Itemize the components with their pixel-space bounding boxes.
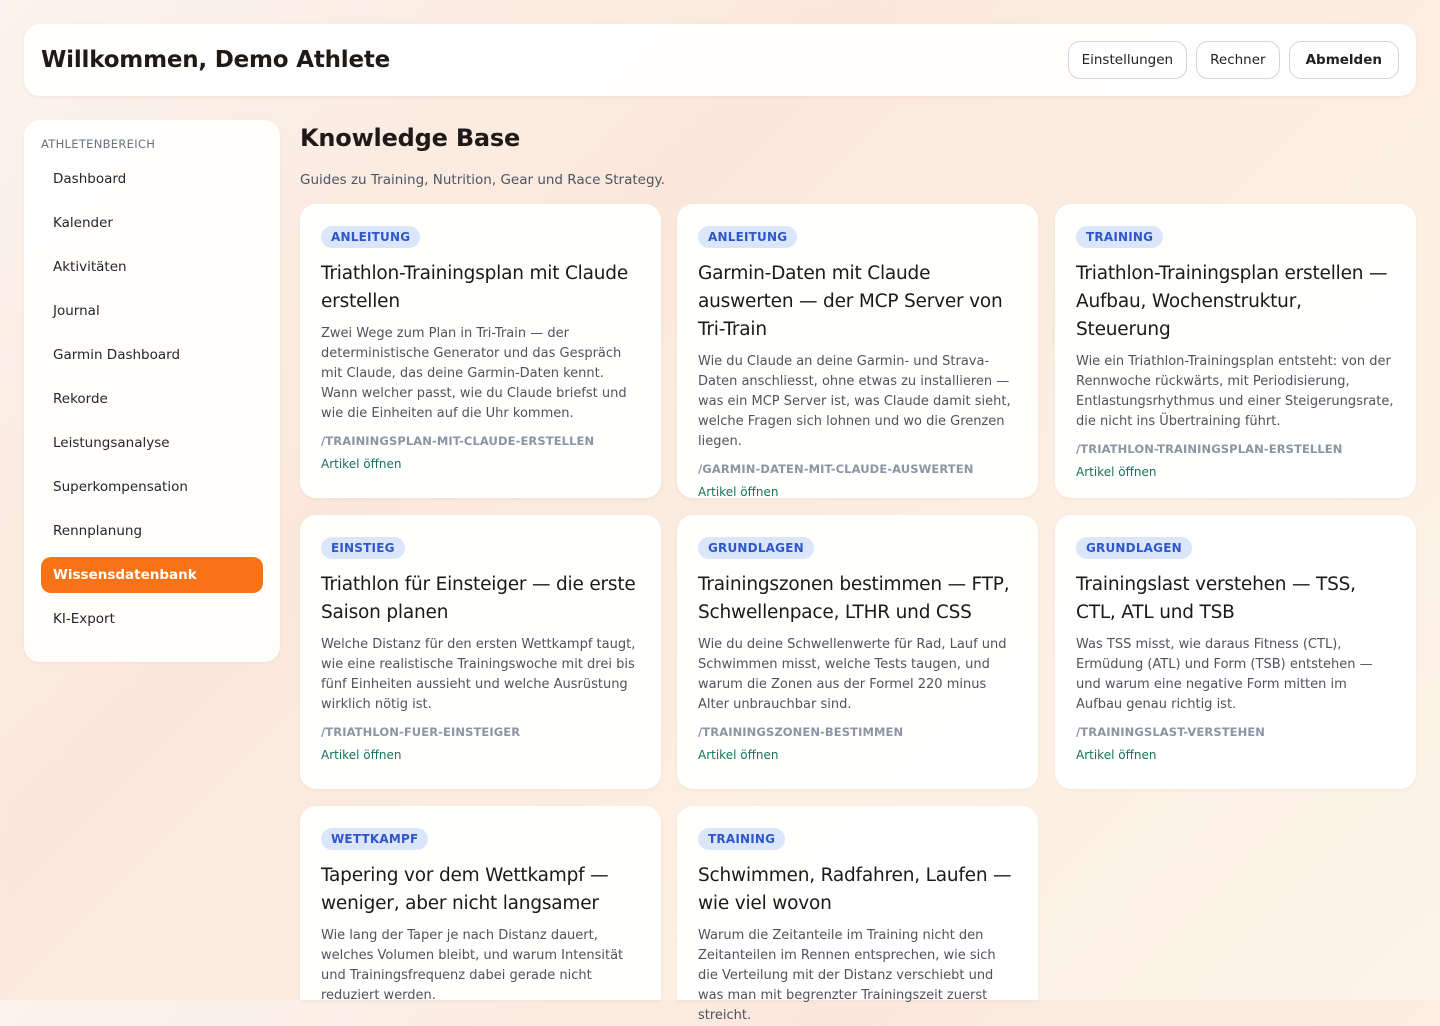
article-title[interactable]: Triathlon für Einsteiger — die erste Sai…: [321, 571, 640, 627]
page-title: Knowledge Base: [300, 124, 521, 152]
open-article-link[interactable]: Artikel öffnen: [698, 748, 1017, 762]
sidebar-heading: ATHLETENBEREICH: [41, 137, 156, 151]
open-article-link[interactable]: Artikel öffnen: [1076, 748, 1395, 762]
welcome-title: Willkommen, Demo Athlete: [41, 47, 391, 73]
category-badge: EINSTIEG: [321, 537, 405, 559]
article-description: Wie du deine Schwellenwerte für Rad, Lau…: [698, 637, 1007, 712]
article-title[interactable]: Tapering vor dem Wettkampf — weniger, ab…: [321, 862, 640, 918]
sidebar-item-wissensdatenbank[interactable]: Wissensdatenbank: [41, 557, 263, 593]
sidebar-item-rekorde[interactable]: Rekorde: [41, 381, 263, 417]
article-card[interactable]: WETTKAMPF Tapering vor dem Wettkampf — w…: [300, 806, 661, 1003]
article-card[interactable]: EINSTIEG Triathlon für Einsteiger — die …: [300, 515, 661, 789]
open-article-link[interactable]: Artikel öffnen: [1076, 465, 1395, 479]
sidebar-item-dashboard[interactable]: Dashboard: [41, 161, 263, 197]
sidebar-item-aktivitaeten[interactable]: Aktivitäten: [41, 249, 263, 285]
article-slug: /GARMIN-DATEN-MIT-CLAUDE-AUSWERTEN: [698, 462, 974, 476]
sidebar-item-kalender[interactable]: Kalender: [41, 205, 263, 241]
page-subtitle: Guides zu Training, Nutrition, Gear und …: [300, 172, 665, 188]
article-title[interactable]: Garmin-Daten mit Claude auswerten — der …: [698, 260, 1017, 344]
main-content: Knowledge Base Guides zu Training, Nutri…: [300, 120, 1416, 188]
category-badge: GRUNDLAGEN: [698, 537, 814, 559]
article-card[interactable]: TRAINING Triathlon-Trainingsplan erstell…: [1055, 204, 1416, 498]
article-description: Welche Distanz für den ersten Wettkampf …: [321, 637, 636, 712]
sidebar-item-garmin-dashboard[interactable]: Garmin Dashboard: [41, 337, 263, 373]
article-slug: /TRAININGSPLAN-MIT-CLAUDE-ERSTELLEN: [321, 434, 595, 448]
article-slug: /TRIATHLON-TRAININGSPLAN-ERSTELLEN: [1076, 442, 1343, 456]
article-title[interactable]: Trainingszonen bestimmen — FTP, Schwelle…: [698, 571, 1017, 627]
category-badge: TRAINING: [1076, 226, 1164, 248]
settings-button[interactable]: Einstellungen: [1067, 41, 1188, 79]
sidebar-item-superkompensation[interactable]: Superkompensation: [41, 469, 263, 505]
sidebar-item-journal[interactable]: Journal: [41, 293, 263, 329]
category-badge: GRUNDLAGEN: [1076, 537, 1192, 559]
category-badge: TRAINING: [698, 828, 786, 850]
calculator-button[interactable]: Rechner: [1196, 41, 1280, 79]
top-bar: Willkommen, Demo Athlete Einstellungen R…: [24, 24, 1416, 96]
article-slug: /TRIATHLON-FUER-EINSTEIGER: [321, 725, 521, 739]
top-actions: Einstellungen Rechner Abmelden: [1067, 41, 1399, 79]
logout-button[interactable]: Abmelden: [1288, 41, 1399, 79]
article-description: Wie du Claude an deine Garmin- und Strav…: [698, 354, 1011, 449]
sidebar-item-rennplanung[interactable]: Rennplanung: [41, 513, 263, 549]
article-card[interactable]: TRAINING Schwimmen, Radfahren, Laufen — …: [677, 806, 1038, 1023]
article-slug: /TRAININGSLAST-VERSTEHEN: [1076, 725, 1266, 739]
article-title[interactable]: Triathlon-Trainingsplan mit Claude erste…: [321, 260, 640, 316]
article-card[interactable]: GRUNDLAGEN Trainingszonen bestimmen — FT…: [677, 515, 1038, 789]
article-description: Was TSS misst, wie daraus Fitness (CTL),…: [1076, 637, 1373, 712]
open-article-link[interactable]: Artikel öffnen: [698, 485, 1017, 499]
open-article-link[interactable]: Artikel öffnen: [321, 748, 640, 762]
open-article-link[interactable]: Artikel öffnen: [321, 457, 640, 471]
article-slug: /TRAININGSZONEN-BESTIMMEN: [698, 725, 904, 739]
article-title[interactable]: Triathlon-Trainingsplan erstellen — Aufb…: [1076, 260, 1395, 344]
category-badge: WETTKAMPF: [321, 828, 429, 850]
article-card[interactable]: ANLEITUNG Triathlon-Trainingsplan mit Cl…: [300, 204, 661, 498]
article-card[interactable]: GRUNDLAGEN Trainingslast verstehen — TSS…: [1055, 515, 1416, 789]
article-card[interactable]: ANLEITUNG Garmin-Daten mit Claude auswer…: [677, 204, 1038, 499]
article-title[interactable]: Trainingslast verstehen — TSS, CTL, ATL …: [1076, 571, 1395, 627]
sidebar: ATHLETENBEREICH Dashboard Kalender Aktiv…: [24, 120, 280, 662]
category-badge: ANLEITUNG: [698, 226, 798, 248]
article-description: Zwei Wege zum Plan in Tri-Train — der de…: [321, 326, 627, 421]
article-description: Wie ein Triathlon-Trainingsplan entsteht…: [1076, 354, 1394, 429]
article-title[interactable]: Schwimmen, Radfahren, Laufen — wie viel …: [698, 862, 1017, 918]
sidebar-item-ki-export[interactable]: KI-Export: [41, 601, 263, 637]
article-description: Warum die Zeitanteile im Training nicht …: [698, 928, 996, 1023]
category-badge: ANLEITUNG: [321, 226, 421, 248]
sidebar-item-leistungsanalyse[interactable]: Leistungsanalyse: [41, 425, 263, 461]
article-description: Wie lang der Taper je nach Distanz dauer…: [321, 928, 624, 1003]
